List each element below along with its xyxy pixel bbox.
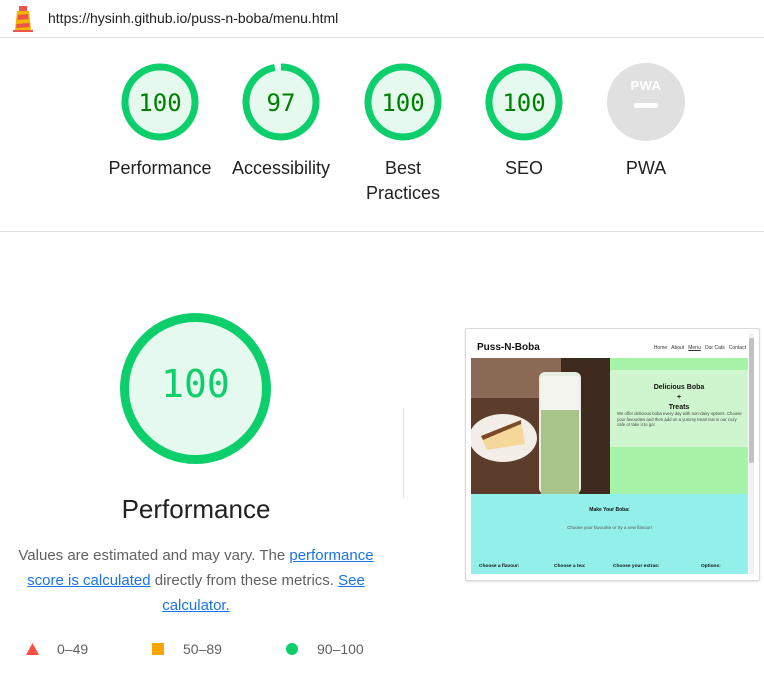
report-header: https://hysinh.github.io/puss-n-boba/men… xyxy=(0,0,764,38)
hero-title-line: Treats xyxy=(668,404,690,411)
gauge-seo[interactable]: 100 SEO xyxy=(464,62,584,181)
site-nav-item: Our Cats xyxy=(704,345,725,351)
desc-text: directly from these metrics. xyxy=(150,572,339,589)
gauge-label: Best Practices xyxy=(343,156,463,206)
make-boba-title: Make Your Boba: xyxy=(589,507,630,513)
pwa-badge-bar xyxy=(634,103,658,108)
page-url[interactable]: https://hysinh.github.io/puss-n-boba/men… xyxy=(48,10,338,26)
performance-title: Performance xyxy=(121,494,271,524)
screenshot-scrollbar xyxy=(749,334,754,574)
circle-icon xyxy=(286,643,298,655)
lighthouse-icon xyxy=(13,6,33,32)
legend-range: 90–100 xyxy=(317,641,364,657)
screenshot-scrollbar-thumb xyxy=(749,338,754,463)
make-boba-section: Make Your Boba: Choose your favourite or… xyxy=(471,494,748,574)
divider xyxy=(403,408,404,498)
option-heading: Choose a tea: xyxy=(554,564,586,569)
gauge-pwa[interactable]: PWA PWA xyxy=(586,62,706,181)
hero-card-title: Delicious Boba + Treats xyxy=(610,383,748,413)
site-nav-item: About xyxy=(671,345,685,351)
hero-title-line: Delicious Boba xyxy=(653,384,705,391)
site-nav: Home About Menu Our Cats Contact xyxy=(650,345,746,351)
gauge-score: 97 xyxy=(266,89,296,117)
screenshot-page: Puss-N-Boba Home About Menu Our Cats Contact… xyxy=(471,334,748,574)
site-nav-item-active: Menu xyxy=(688,345,701,351)
performance-score: 100 xyxy=(161,362,230,406)
hero-card: Delicious Boba + Treats We offer delicio… xyxy=(610,370,748,447)
gauge-label-line: Best xyxy=(384,158,422,178)
hero-card-text: We offer delicious boba every day with n… xyxy=(617,411,742,428)
desc-text: Values are estimated and may vary. The xyxy=(18,547,290,564)
site-nav-item: Contact xyxy=(728,345,746,351)
final-screenshot[interactable]: Puss-N-Boba Home About Menu Our Cats Contact… xyxy=(465,328,760,581)
gauge-score: 100 xyxy=(138,89,182,117)
option-heading: Choose a flavour: xyxy=(479,564,520,569)
gauge-score: 100 xyxy=(381,89,425,117)
legend-range: 50–89 xyxy=(183,641,222,657)
triangle-icon xyxy=(26,643,39,655)
gauge-accessibility[interactable]: 97 Accessibility xyxy=(221,62,341,181)
make-boba-subtitle: Choose your favourite or try a new flavo… xyxy=(567,525,652,530)
square-icon xyxy=(152,643,164,655)
boba-photo-image xyxy=(471,358,610,494)
option-heading: Choose your extras: xyxy=(613,564,660,569)
pwa-badge: PWA xyxy=(630,78,662,93)
hero-title-line: + xyxy=(676,394,682,401)
gauge-score: 100 xyxy=(502,89,546,117)
gauge-performance[interactable]: 100 Performance xyxy=(100,62,220,181)
option-heading: Options: xyxy=(701,564,721,569)
category-gauges: 100 Performance 97 Accessibility 100 Bes… xyxy=(0,38,764,232)
gauge-label: PWA xyxy=(625,158,667,178)
legend-range: 0–49 xyxy=(57,641,89,657)
performance-description: Values are estimated and may vary. The p… xyxy=(12,543,380,618)
gauge-label: SEO xyxy=(504,158,543,178)
gauge-best-practices[interactable]: 100 Best Practices xyxy=(343,62,463,206)
gauge-label-line: Practices xyxy=(365,183,441,203)
pwa-icon xyxy=(607,63,685,141)
site-brand: Puss-N-Boba xyxy=(477,342,540,353)
site-nav-item: Home xyxy=(653,345,668,351)
boba-photo xyxy=(471,358,610,494)
gauge-label: Performance xyxy=(108,158,212,178)
gauge-label: Accessibility xyxy=(231,158,331,178)
